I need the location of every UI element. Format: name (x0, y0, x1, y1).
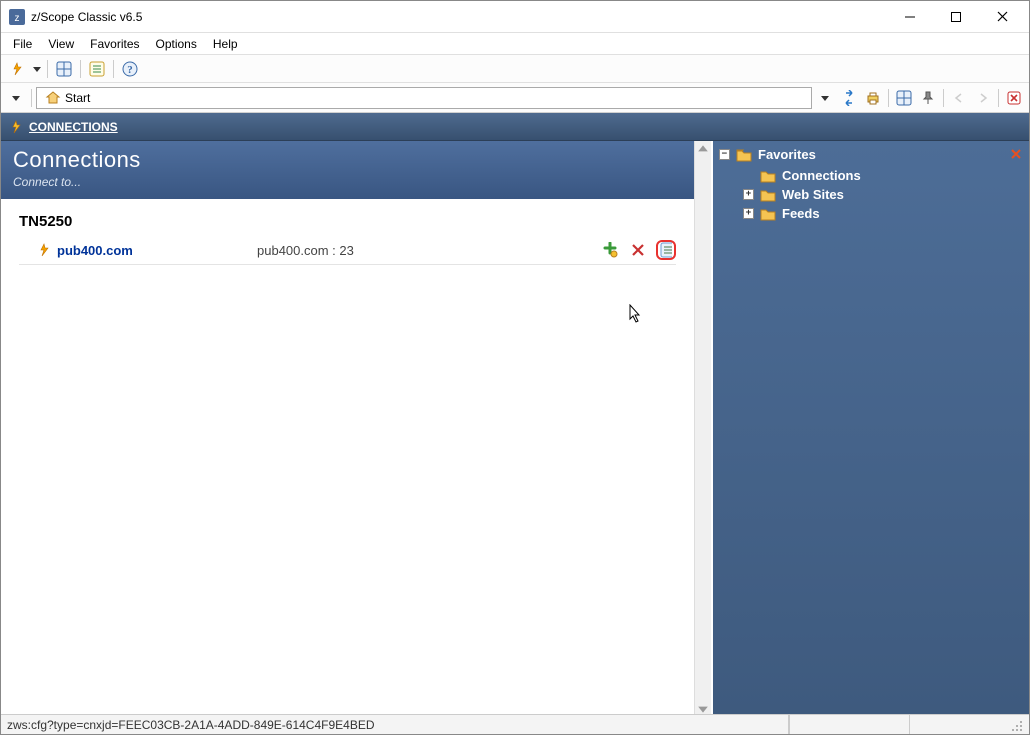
home-icon (45, 90, 61, 106)
collapse-button[interactable]: − (719, 149, 730, 160)
expand-button[interactable]: + (743, 208, 754, 219)
connection-row[interactable]: pub400.com pub400.com : 23 (19, 236, 676, 265)
menu-file[interactable]: File (5, 35, 40, 53)
folder-icon (736, 148, 752, 162)
connections-body: TN5250 pub400.com pub400.com : 23 (1, 199, 694, 279)
address-bar[interactable]: Start (36, 87, 812, 109)
scrollbar-vertical[interactable] (694, 141, 711, 717)
connections-subtitle: Connect to... (13, 175, 682, 189)
screen-layout-button[interactable] (52, 58, 76, 80)
menu-favorites[interactable]: Favorites (82, 35, 147, 53)
svg-text:?: ? (127, 64, 133, 76)
close-panel-button[interactable] (1003, 87, 1025, 109)
close-button[interactable] (979, 2, 1025, 32)
svg-text:z: z (15, 13, 20, 24)
quick-connect-button[interactable] (5, 58, 29, 80)
lightning-icon (35, 243, 53, 257)
list-button[interactable] (85, 58, 109, 80)
scroll-up-icon[interactable] (697, 143, 709, 155)
lightning-icon (9, 120, 23, 134)
pin-button[interactable] (917, 87, 939, 109)
tabstrip: CONNECTIONS (1, 113, 1029, 141)
toolbar-separator (47, 60, 48, 78)
main-area: Connections Connect to... TN5250 pub400.… (1, 141, 1029, 717)
help-button[interactable]: ? (118, 58, 142, 80)
address-start: Start (45, 90, 90, 106)
connection-actions (600, 240, 676, 260)
toolbar-separator (31, 89, 32, 107)
menu-view[interactable]: View (40, 35, 82, 53)
tree-indent (743, 170, 754, 181)
titlebar: z z/Scope Classic v6.5 (1, 1, 1029, 33)
favorites-node-label: Connections (782, 168, 861, 183)
favorites-tree: Connections + Web Sites + Feeds (717, 166, 1025, 223)
address-dropdown[interactable] (814, 87, 836, 109)
minimize-button[interactable] (887, 2, 933, 32)
toolbar-separator (888, 89, 889, 107)
left-pane: Connections Connect to... TN5250 pub400.… (1, 141, 711, 717)
window-title: z/Scope Classic v6.5 (31, 10, 887, 24)
favorites-node-connections[interactable]: Connections (743, 166, 1025, 185)
folder-icon (760, 207, 776, 221)
favorites-root-label[interactable]: Favorites (758, 147, 816, 162)
favorites-node-websites[interactable]: + Web Sites (743, 185, 1025, 204)
properties-button[interactable] (656, 240, 676, 260)
connection-host: pub400.com : 23 (257, 243, 477, 258)
nav-forward-button[interactable] (972, 87, 994, 109)
favorites-panel: − Favorites Connections + Web Sites + Fe… (711, 141, 1029, 717)
app-icon: z (9, 9, 25, 25)
favorites-header: − Favorites (717, 145, 1025, 166)
favorites-close-button[interactable] (1009, 147, 1023, 164)
folder-icon (760, 169, 776, 183)
connections-title: Connections (13, 147, 682, 173)
toolbar-separator (998, 89, 999, 107)
menu-help[interactable]: Help (205, 35, 246, 53)
menu-options[interactable]: Options (148, 35, 205, 53)
toolbar-separator (80, 60, 81, 78)
expand-button[interactable]: + (743, 189, 754, 200)
favorites-node-label: Web Sites (782, 187, 844, 202)
nav-back-button[interactable] (948, 87, 970, 109)
folder-icon (760, 188, 776, 202)
favorites-node-label: Feeds (782, 206, 820, 221)
tab-connections[interactable]: CONNECTIONS (29, 120, 118, 134)
toolbar-separator (943, 89, 944, 107)
connections-panel: Connections Connect to... TN5250 pub400.… (1, 141, 694, 717)
connection-name[interactable]: pub400.com (57, 243, 257, 258)
address-start-label: Start (65, 91, 90, 105)
print-button[interactable] (862, 87, 884, 109)
maximize-button[interactable] (933, 2, 979, 32)
statusbar: zws:cfg?type=cnxjd=FEEC03CB-2A1A-4ADD-84… (1, 714, 1029, 734)
resize-grip[interactable] (1009, 718, 1023, 732)
quick-connect-dropdown[interactable] (31, 58, 43, 80)
connection-group-title: TN5250 (19, 213, 676, 230)
add-favorite-button[interactable] (600, 240, 620, 260)
window-controls (887, 2, 1025, 32)
nav-dropdown-button[interactable] (5, 87, 27, 109)
toolbar-nav: Start (1, 83, 1029, 113)
statusbar-text: zws:cfg?type=cnxjd=FEEC03CB-2A1A-4ADD-84… (7, 715, 789, 734)
layout-toggle-button[interactable] (893, 87, 915, 109)
toolbar-separator (113, 60, 114, 78)
connections-header: Connections Connect to... (1, 141, 694, 199)
favorites-node-feeds[interactable]: + Feeds (743, 204, 1025, 223)
toolbar-main: ? (1, 55, 1029, 83)
menubar: File View Favorites Options Help (1, 33, 1029, 55)
delete-button[interactable] (628, 240, 648, 260)
refresh-button[interactable] (838, 87, 860, 109)
